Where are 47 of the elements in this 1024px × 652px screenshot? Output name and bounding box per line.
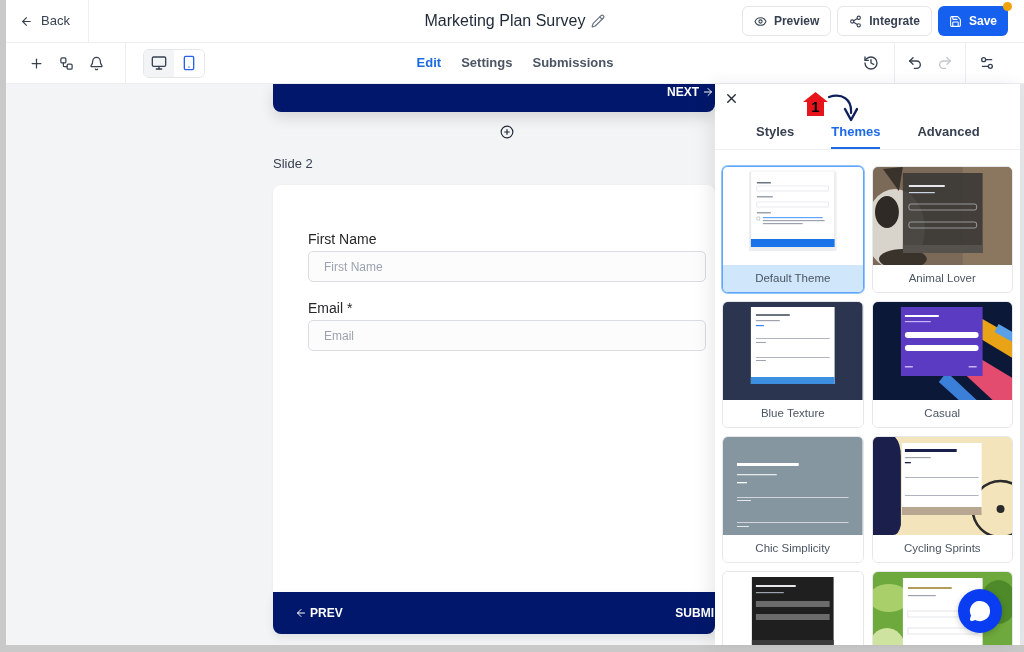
theme-card[interactable]: Default Theme [722,166,864,293]
theme-name: Default Theme [723,265,863,292]
theme-card[interactable]: Chic Simplicity [722,436,864,563]
arrow-left-icon [295,607,307,619]
next-button[interactable]: NEXT [667,84,714,100]
phone-icon [181,55,197,71]
text-input[interactable]: Email [308,320,706,351]
tab[interactable]: Edit [416,53,442,73]
monitor-icon [151,55,167,71]
theme-card[interactable]: Casual [871,301,1013,428]
arrow-left-icon [20,14,33,28]
prev-button[interactable]: PREV [295,604,343,622]
add-slide-icon[interactable] [500,125,514,139]
arrow-right-icon [702,86,714,98]
tab[interactable]: Submissions [532,53,614,73]
back-button[interactable]: Back [20,11,70,31]
share-icon [849,14,863,28]
tab[interactable]: Themes [831,124,881,149]
slide-title: Slide 2 [273,156,313,172]
theme-card[interactable]: Cycling Sprints [871,436,1013,563]
history-icon [863,55,879,71]
tab[interactable]: Advanced [917,124,980,149]
text-input[interactable]: First Name [308,251,706,282]
curved-arrow-icon [828,93,858,123]
theme-card[interactable]: Blue Texture [722,301,864,428]
eye-icon [753,14,767,28]
form-title: Marketing Plan Survey [424,11,586,31]
theme-card[interactable]: Animal Lover [871,166,1013,293]
speech-bubble-icon [969,600,991,622]
bell-icon [88,55,104,71]
integrate-button[interactable]: Integrate [837,6,932,36]
tab[interactable]: Settings [461,53,513,73]
preview-button[interactable]: Preview [741,6,832,36]
tab[interactable]: Styles [756,124,795,149]
plus-icon [28,55,44,71]
undo-icon [907,55,923,71]
step-badge: 1 [803,92,828,116]
field-label: First Name [308,230,377,248]
desktop-view-button[interactable] [144,49,174,77]
save-icon [948,14,962,28]
submit-button[interactable]: SUBMI [675,604,714,622]
settings-icon [979,55,995,71]
redo-icon [937,55,953,71]
field-label: Email * [308,299,353,317]
theme-card[interactable] [722,571,864,645]
connected-squares-icon [58,55,74,71]
pencil-icon[interactable] [591,14,606,28]
